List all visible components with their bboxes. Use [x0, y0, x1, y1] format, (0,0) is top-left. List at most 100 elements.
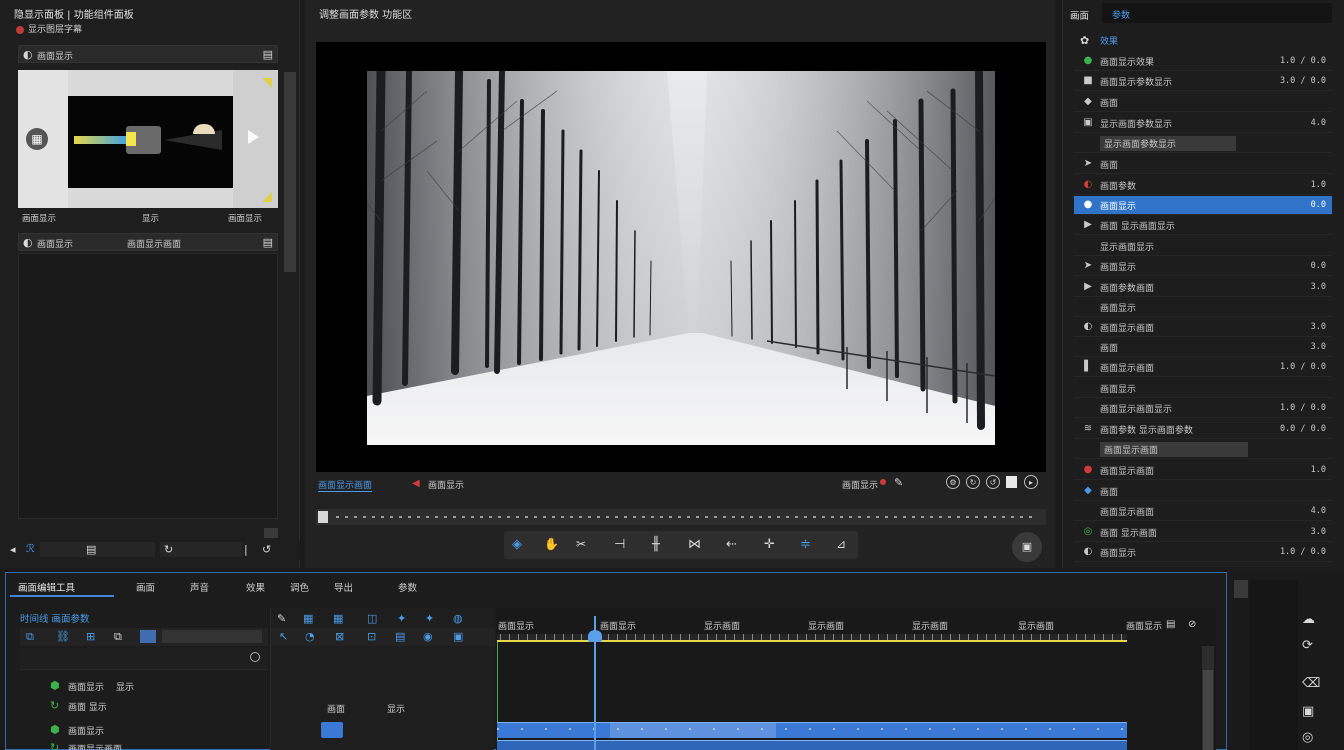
- snapshot-icon[interactable]: ▤: [1166, 619, 1175, 630]
- timeline-tab-1[interactable]: 声音: [190, 580, 209, 594]
- inspector-row-value[interactable]: 1.0 / 0.0: [1276, 56, 1332, 66]
- inspector-row[interactable]: ◐ 画面显示画面 3.0: [1074, 318, 1332, 337]
- inspector-row[interactable]: ➤ 画面: [1074, 155, 1332, 174]
- inspector-row[interactable]: ◆ 画面: [1074, 482, 1332, 501]
- play-icon[interactable]: [248, 130, 259, 144]
- marker-icon[interactable]: ⊣: [614, 537, 625, 552]
- inspector-row[interactable]: ◎ 画面 显示画面 3.0: [1074, 523, 1332, 542]
- inspector-row-value[interactable]: 1.0: [1276, 180, 1332, 190]
- options-icon[interactable]: ▤: [263, 236, 273, 249]
- section2-bar[interactable]: ◐ 画面显示 画面显示画面 ▤: [18, 233, 278, 251]
- film-icon[interactable]: ▤: [395, 630, 405, 643]
- inspector-tab2[interactable]: 参数: [1112, 8, 1130, 21]
- link-icon[interactable]: ℛ: [26, 542, 35, 555]
- inspector-row-value[interactable]: 3.0 / 0.0: [1276, 76, 1332, 86]
- inspector-row[interactable]: ◐ 画面显示 1.0 / 0.0: [1074, 543, 1332, 562]
- scrubber-handle[interactable]: [318, 511, 328, 523]
- crop-icon[interactable]: ⊿: [836, 537, 846, 551]
- inspector-row-value[interactable]: 4.0: [1276, 118, 1332, 128]
- inspector-row[interactable]: ● 画面显示 0.0: [1074, 196, 1332, 215]
- globe-icon[interactable]: ◍: [453, 612, 463, 625]
- left-scrollbar[interactable]: [284, 72, 296, 272]
- inspector-row[interactable]: 显示画面参数显示: [1074, 134, 1332, 153]
- split-icon[interactable]: ╫: [652, 537, 660, 552]
- track-row[interactable]: ↻ 画面显示画面: [20, 740, 268, 750]
- inspector-row-value[interactable]: 3.0: [1276, 527, 1332, 537]
- dock-arrow-icon[interactable]: [1234, 580, 1248, 598]
- select-tool-icon[interactable]: ◈: [512, 537, 522, 552]
- share-icon[interactable]: ⟳: [1302, 638, 1313, 653]
- refresh-icon[interactable]: ↻: [164, 543, 173, 556]
- timeline-tab-2[interactable]: 效果: [246, 580, 265, 594]
- globe-icon[interactable]: ◎: [1302, 730, 1313, 745]
- trim-icon[interactable]: ⋈: [688, 537, 701, 552]
- speaker-icon[interactable]: ▣: [453, 630, 463, 643]
- track-row[interactable]: ⬢ 画面显示: [20, 722, 268, 740]
- inspector-tab1[interactable]: 画面: [1070, 8, 1089, 22]
- grid-icon[interactable]: ▦: [333, 612, 343, 625]
- circle-toggle-icon[interactable]: [250, 652, 260, 662]
- timeline-tab-5[interactable]: 参数: [398, 580, 417, 594]
- track-icon[interactable]: ⧉: [26, 630, 34, 644]
- align-icon[interactable]: ≑: [800, 537, 811, 552]
- track-row[interactable]: ↻ 画面 显示: [20, 698, 268, 716]
- arrow-left-icon[interactable]: ◂: [10, 543, 16, 556]
- inspector-row[interactable]: ▶ 画面 显示画面显示: [1074, 216, 1332, 235]
- refresh-icon[interactable]: ↺: [262, 543, 271, 556]
- cloud-icon[interactable]: ☁: [1302, 612, 1315, 627]
- link-icon[interactable]: ⛓: [56, 630, 70, 643]
- inspector-row[interactable]: 画面显示画面 4.0: [1074, 502, 1332, 521]
- section1-bar[interactable]: ◐ 画面显示 ▤: [18, 45, 278, 63]
- inspector-row-value[interactable]: 4.0: [1276, 506, 1332, 516]
- inspector-row[interactable]: ▶ 画面参数画面 3.0: [1074, 278, 1332, 297]
- layers-icon[interactable]: ◫: [367, 612, 377, 625]
- pie-icon[interactable]: ◔: [305, 630, 315, 643]
- wand-icon[interactable]: ✦: [397, 612, 406, 625]
- inspector-row-value[interactable]: 1.0 / 0.0: [1276, 403, 1332, 413]
- inspector-row-value[interactable]: 3.0: [1276, 342, 1332, 352]
- inspector-row-value[interactable]: 0.0 / 0.0: [1276, 424, 1332, 434]
- cursor-icon[interactable]: ↖: [279, 630, 288, 643]
- video-clip[interactable]: [497, 722, 1127, 738]
- forward-icon[interactable]: ▸: [1024, 475, 1038, 489]
- track-search[interactable]: [162, 630, 262, 643]
- plus-icon[interactable]: ✛: [764, 537, 775, 552]
- inspector-row[interactable]: 画面显示: [1074, 379, 1332, 398]
- track-row[interactable]: ⬢ 画面显示 显示: [20, 678, 268, 696]
- inspector-row[interactable]: 画面 3.0: [1074, 338, 1332, 357]
- inspector-row-value[interactable]: 1.0 / 0.0: [1276, 362, 1332, 372]
- audio-icon[interactable]: ⊡: [367, 630, 376, 643]
- timeline-main-tab[interactable]: 画面编辑工具: [10, 577, 114, 597]
- inspector-row[interactable]: ◆ 画面: [1074, 93, 1332, 112]
- playhead-handle[interactable]: [588, 630, 602, 642]
- thumbnail-preview[interactable]: ▦: [18, 70, 278, 208]
- monitor-icon[interactable]: [140, 630, 156, 643]
- timeline-tab-4[interactable]: 导出: [334, 580, 353, 594]
- viewer-scrubber[interactable]: [316, 509, 1046, 525]
- audio-clip[interactable]: [497, 740, 1127, 750]
- grid-icon[interactable]: ▦: [26, 128, 48, 150]
- inspector-row[interactable]: 画面显示画面显示 1.0 / 0.0: [1074, 399, 1332, 418]
- inspector-row[interactable]: ◐ 画面参数 1.0: [1074, 176, 1332, 195]
- fullscreen-button[interactable]: ▣: [1012, 532, 1042, 562]
- gear-icon[interactable]: ✿: [1080, 34, 1089, 47]
- document-icon[interactable]: [1006, 476, 1017, 488]
- viewer-frame[interactable]: [316, 42, 1046, 472]
- options-icon[interactable]: ▤: [263, 48, 273, 61]
- video-clip-selected[interactable]: [610, 722, 776, 738]
- inspector-row-value[interactable]: 1.0 / 0.0: [1276, 547, 1332, 557]
- trash-icon[interactable]: ⌫: [1302, 676, 1320, 691]
- inspector-row[interactable]: 显示画面显示: [1074, 237, 1332, 256]
- inspector-row[interactable]: ➤ 画面显示 0.0: [1074, 257, 1332, 276]
- timeline-scrollbar[interactable]: [1202, 646, 1214, 750]
- copy-icon[interactable]: ⧉: [114, 630, 122, 644]
- arrow-left-icon[interactable]: ⇠: [726, 537, 737, 552]
- razor-tool-icon[interactable]: ✂: [576, 537, 586, 551]
- inspector-row[interactable]: ● 画面显示效果 1.0 / 0.0: [1074, 52, 1332, 71]
- inspector-row[interactable]: ▣ 显示画面参数显示 4.0: [1074, 114, 1332, 133]
- inspector-row[interactable]: ● 画面显示画面 1.0: [1074, 461, 1332, 480]
- save-icon[interactable]: ▣: [1302, 704, 1314, 719]
- inspector-row-value[interactable]: 0.0: [1276, 200, 1332, 210]
- inspector-row[interactable]: ■ 画面显示参数显示 3.0 / 0.0: [1074, 72, 1332, 91]
- inspector-row-value[interactable]: 1.0: [1276, 465, 1332, 475]
